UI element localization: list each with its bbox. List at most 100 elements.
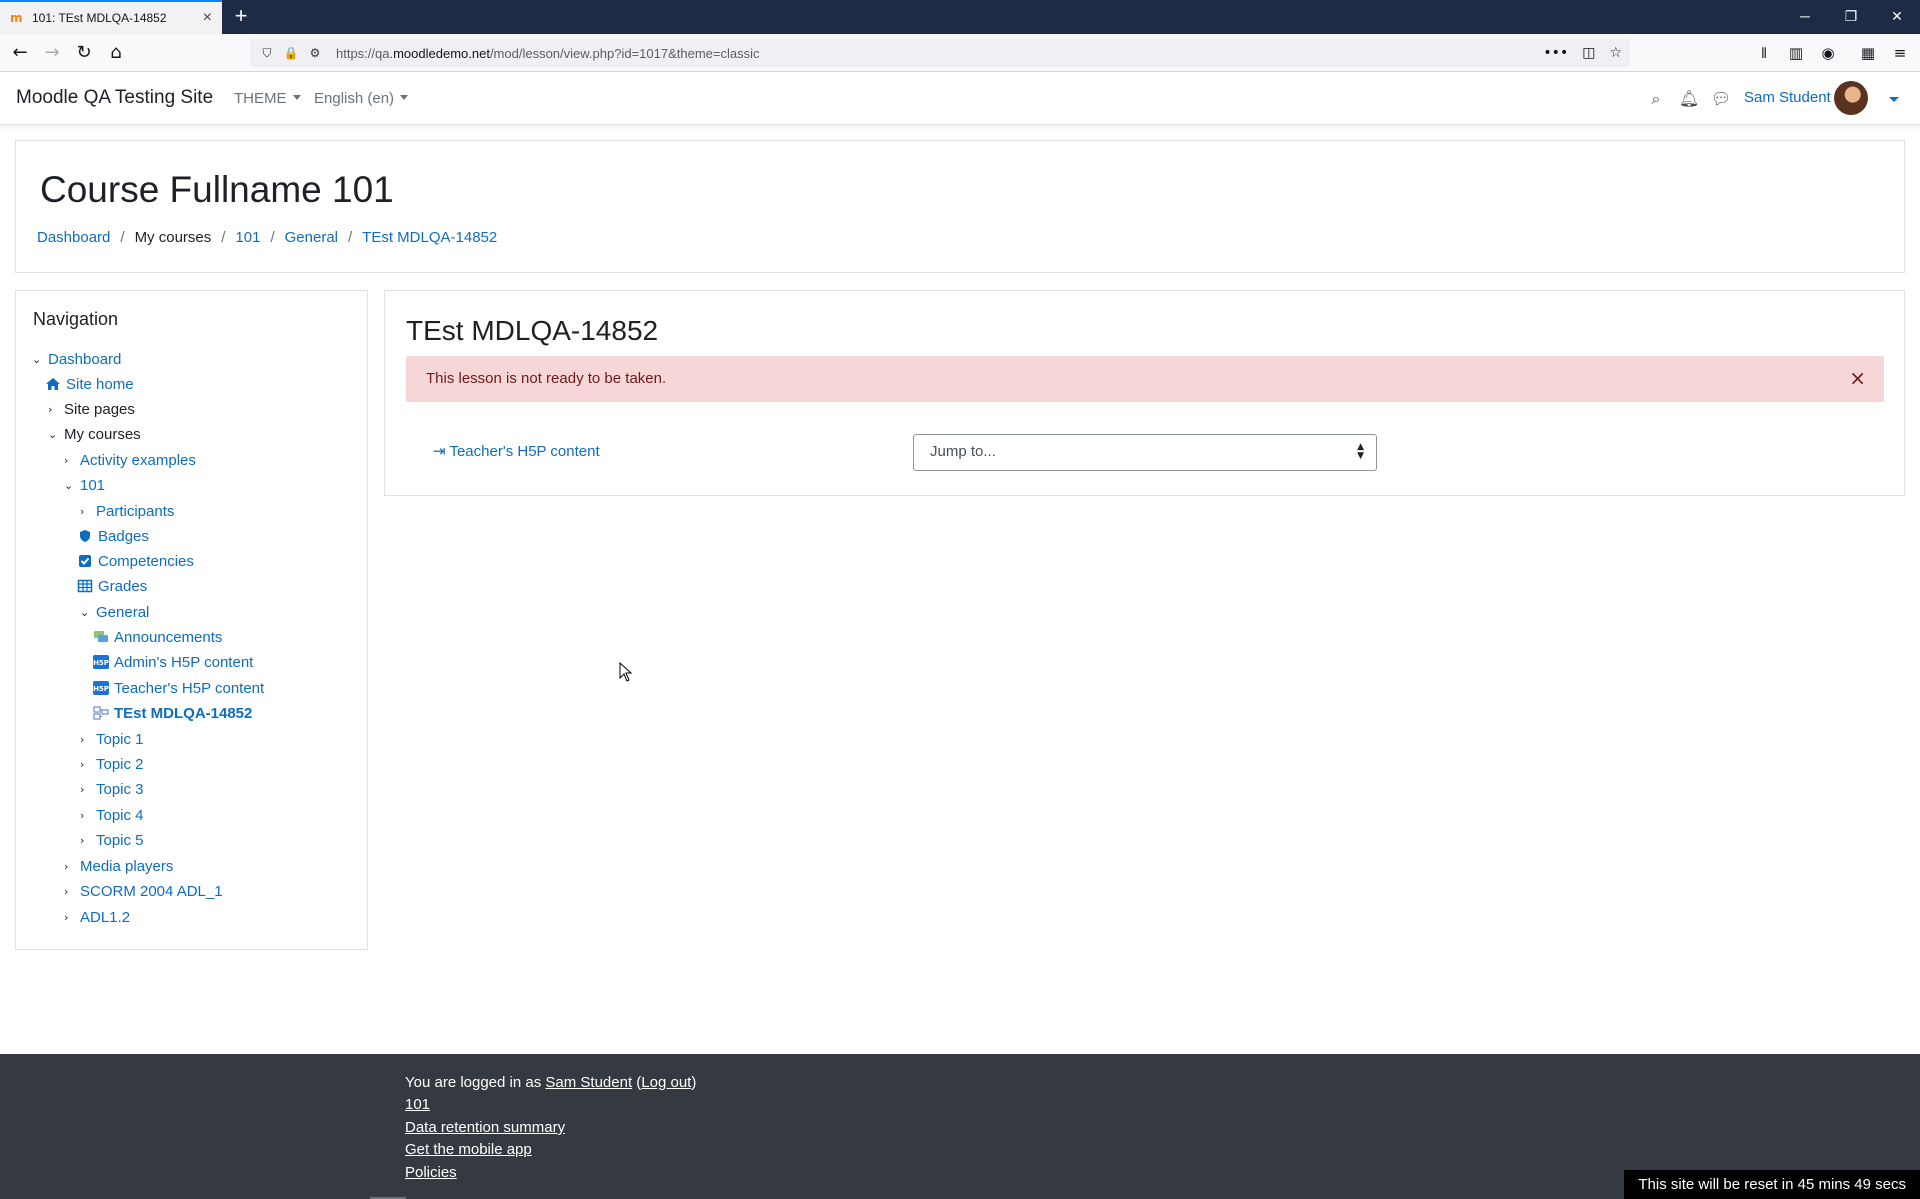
nav-item-label[interactable]: SCORM 2004 ADL_1: [80, 883, 223, 900]
sidebar-icon[interactable]: ▥: [1782, 39, 1810, 67]
logout-link[interactable]: Log out: [641, 1074, 691, 1091]
nav-item-course-101[interactable]: ⌄ 101: [64, 475, 105, 495]
nav-item-badges[interactable]: Badges: [77, 526, 149, 546]
back-arrow-icon[interactable]: ←: [6, 39, 34, 67]
restore-window-icon[interactable]: ❐: [1828, 0, 1874, 34]
nav-item-participants[interactable]: › Participants: [80, 501, 174, 521]
nav-item-lesson-current[interactable]: TEst MDLQA-14852: [93, 703, 252, 723]
chevron-right-icon[interactable]: ›: [80, 834, 94, 847]
theme-menu[interactable]: THEME: [234, 90, 301, 107]
nav-item-label[interactable]: Activity examples: [80, 452, 196, 469]
nav-item-competencies[interactable]: Competencies: [77, 551, 194, 571]
nav-item-my-courses[interactable]: ⌄ My courses: [48, 424, 141, 444]
account-icon[interactable]: ◉: [1814, 39, 1842, 67]
minimize-window-icon[interactable]: ─: [1782, 0, 1828, 34]
nav-item-dashboard[interactable]: ⌄ Dashboard: [32, 349, 121, 369]
nav-item-label[interactable]: Topic 5: [96, 832, 144, 849]
bookmark-star-icon[interactable]: ☆: [1609, 45, 1622, 61]
nav-item-label[interactable]: 101: [80, 477, 105, 494]
nav-item-label[interactable]: Topic 2: [96, 756, 144, 773]
page-actions-icon[interactable]: •••: [1543, 45, 1568, 61]
nav-item-adl12[interactable]: › ADL1.2: [64, 907, 130, 927]
chevron-right-icon[interactable]: ›: [80, 505, 94, 518]
close-icon[interactable]: ×: [1849, 366, 1866, 390]
user-menu-name[interactable]: Sam Student: [1744, 89, 1831, 106]
nav-item-label[interactable]: Topic 1: [96, 731, 144, 748]
messages-icon[interactable]: 💬︎: [1709, 87, 1733, 111]
nav-item-site-pages[interactable]: › Site pages: [48, 399, 135, 419]
nav-item-label[interactable]: Announcements: [114, 629, 222, 646]
url-bar[interactable]: ⛉ 🔒 ⚙ https://qa.moodledemo.net/mod/less…: [250, 39, 1630, 67]
url-text[interactable]: https://qa.moodledemo.net/mod/lesson/vie…: [336, 46, 760, 61]
chevron-right-icon[interactable]: ›: [80, 733, 94, 746]
chevron-right-icon[interactable]: ›: [80, 809, 94, 822]
nav-item-admin-h5p[interactable]: H5P Admin's H5P content: [93, 652, 253, 672]
nav-item-label[interactable]: Topic 4: [96, 807, 144, 824]
chevron-right-icon[interactable]: ›: [64, 885, 78, 898]
nav-item-topic-3[interactable]: › Topic 3: [80, 779, 144, 799]
breadcrumb-course[interactable]: 101: [235, 229, 260, 246]
breadcrumb-section[interactable]: General: [285, 229, 338, 246]
avatar[interactable]: [1834, 81, 1868, 115]
chevron-right-icon[interactable]: ›: [48, 403, 62, 416]
nav-item-activity-examples[interactable]: › Activity examples: [64, 450, 196, 470]
lock-icon[interactable]: 🔒: [282, 46, 300, 60]
nav-item-label[interactable]: Badges: [98, 528, 149, 545]
nav-item-site-home[interactable]: Site home: [45, 374, 134, 394]
nav-item-general[interactable]: ⌄ General: [80, 602, 149, 622]
close-window-icon[interactable]: ✕: [1874, 0, 1920, 34]
policies-link[interactable]: Policies: [405, 1164, 457, 1181]
search-icon[interactable]: ⌕: [1644, 87, 1668, 111]
breadcrumb-dashboard[interactable]: Dashboard: [37, 229, 110, 246]
pocket-icon[interactable]: ◫: [1582, 45, 1595, 61]
breadcrumb-lesson[interactable]: TEst MDLQA-14852: [362, 229, 497, 246]
previous-activity-link[interactable]: ⇥ Teacher's H5P content: [433, 442, 600, 460]
nav-item-announcements[interactable]: Announcements: [93, 627, 222, 647]
data-retention-link[interactable]: Data retention summary: [405, 1119, 565, 1136]
user-menu-caret-icon[interactable]: [1889, 97, 1899, 102]
nav-item-grades[interactable]: Grades: [77, 576, 147, 596]
chevron-down-icon[interactable]: ⌄: [32, 353, 46, 366]
chevron-right-icon[interactable]: ›: [64, 454, 78, 467]
jump-to-select[interactable]: Jump to... ▲ ▼: [913, 434, 1377, 471]
nav-item-label[interactable]: General: [96, 604, 149, 621]
mobile-app-link[interactable]: Get the mobile app: [405, 1141, 532, 1158]
nav-item-topic-1[interactable]: › Topic 1: [80, 729, 144, 749]
extensions-icon[interactable]: ▦: [1854, 39, 1882, 67]
permissions-icon[interactable]: ⚙: [306, 46, 324, 60]
nav-item-topic-5[interactable]: › Topic 5: [80, 830, 144, 850]
chevron-down-icon[interactable]: ⌄: [80, 606, 94, 619]
nav-item-label[interactable]: Participants: [96, 503, 174, 520]
nav-item-label[interactable]: TEst MDLQA-14852: [114, 705, 252, 722]
chevron-right-icon[interactable]: ›: [64, 860, 78, 873]
nav-item-label[interactable]: Competencies: [98, 553, 194, 570]
nav-item-label[interactable]: Admin's H5P content: [114, 654, 253, 671]
nav-item-scorm-2004[interactable]: › SCORM 2004 ADL_1: [64, 881, 223, 901]
language-menu[interactable]: English (en): [314, 90, 409, 107]
nav-item-label[interactable]: Teacher's H5P content: [114, 680, 264, 697]
tab-close-icon[interactable]: ×: [203, 9, 212, 27]
chevron-right-icon[interactable]: ›: [80, 783, 94, 796]
tracking-shield-icon[interactable]: ⛉: [258, 46, 276, 61]
chevron-right-icon[interactable]: ›: [64, 911, 78, 924]
nav-item-label[interactable]: Media players: [80, 858, 173, 875]
site-name[interactable]: Moodle QA Testing Site: [16, 87, 213, 109]
nav-item-media-players[interactable]: › Media players: [64, 856, 173, 876]
nav-item-label[interactable]: ADL1.2: [80, 909, 130, 926]
library-icon[interactable]: 𝍪: [1750, 39, 1778, 67]
notifications-bell-icon[interactable]: 🔔︎: [1677, 87, 1701, 111]
nav-item-label[interactable]: Dashboard: [48, 351, 121, 368]
reload-icon[interactable]: ↻: [70, 39, 98, 67]
nav-item-label[interactable]: Topic 3: [96, 781, 144, 798]
nav-item-label[interactable]: Grades: [98, 578, 147, 595]
nav-item-topic-2[interactable]: › Topic 2: [80, 754, 144, 774]
nav-item-teacher-h5p[interactable]: H5P Teacher's H5P content: [93, 678, 264, 698]
forward-arrow-icon[interactable]: →: [38, 39, 66, 67]
chevron-down-icon[interactable]: ⌄: [64, 479, 78, 492]
nav-item-label[interactable]: Site home: [66, 376, 134, 393]
chevron-down-icon[interactable]: ⌄: [48, 428, 62, 441]
nav-item-topic-4[interactable]: › Topic 4: [80, 805, 144, 825]
browser-tab-active[interactable]: m 101: TEst MDLQA-14852 ×: [0, 0, 222, 34]
chevron-right-icon[interactable]: ›: [80, 758, 94, 771]
new-tab-button[interactable]: +: [228, 4, 254, 30]
